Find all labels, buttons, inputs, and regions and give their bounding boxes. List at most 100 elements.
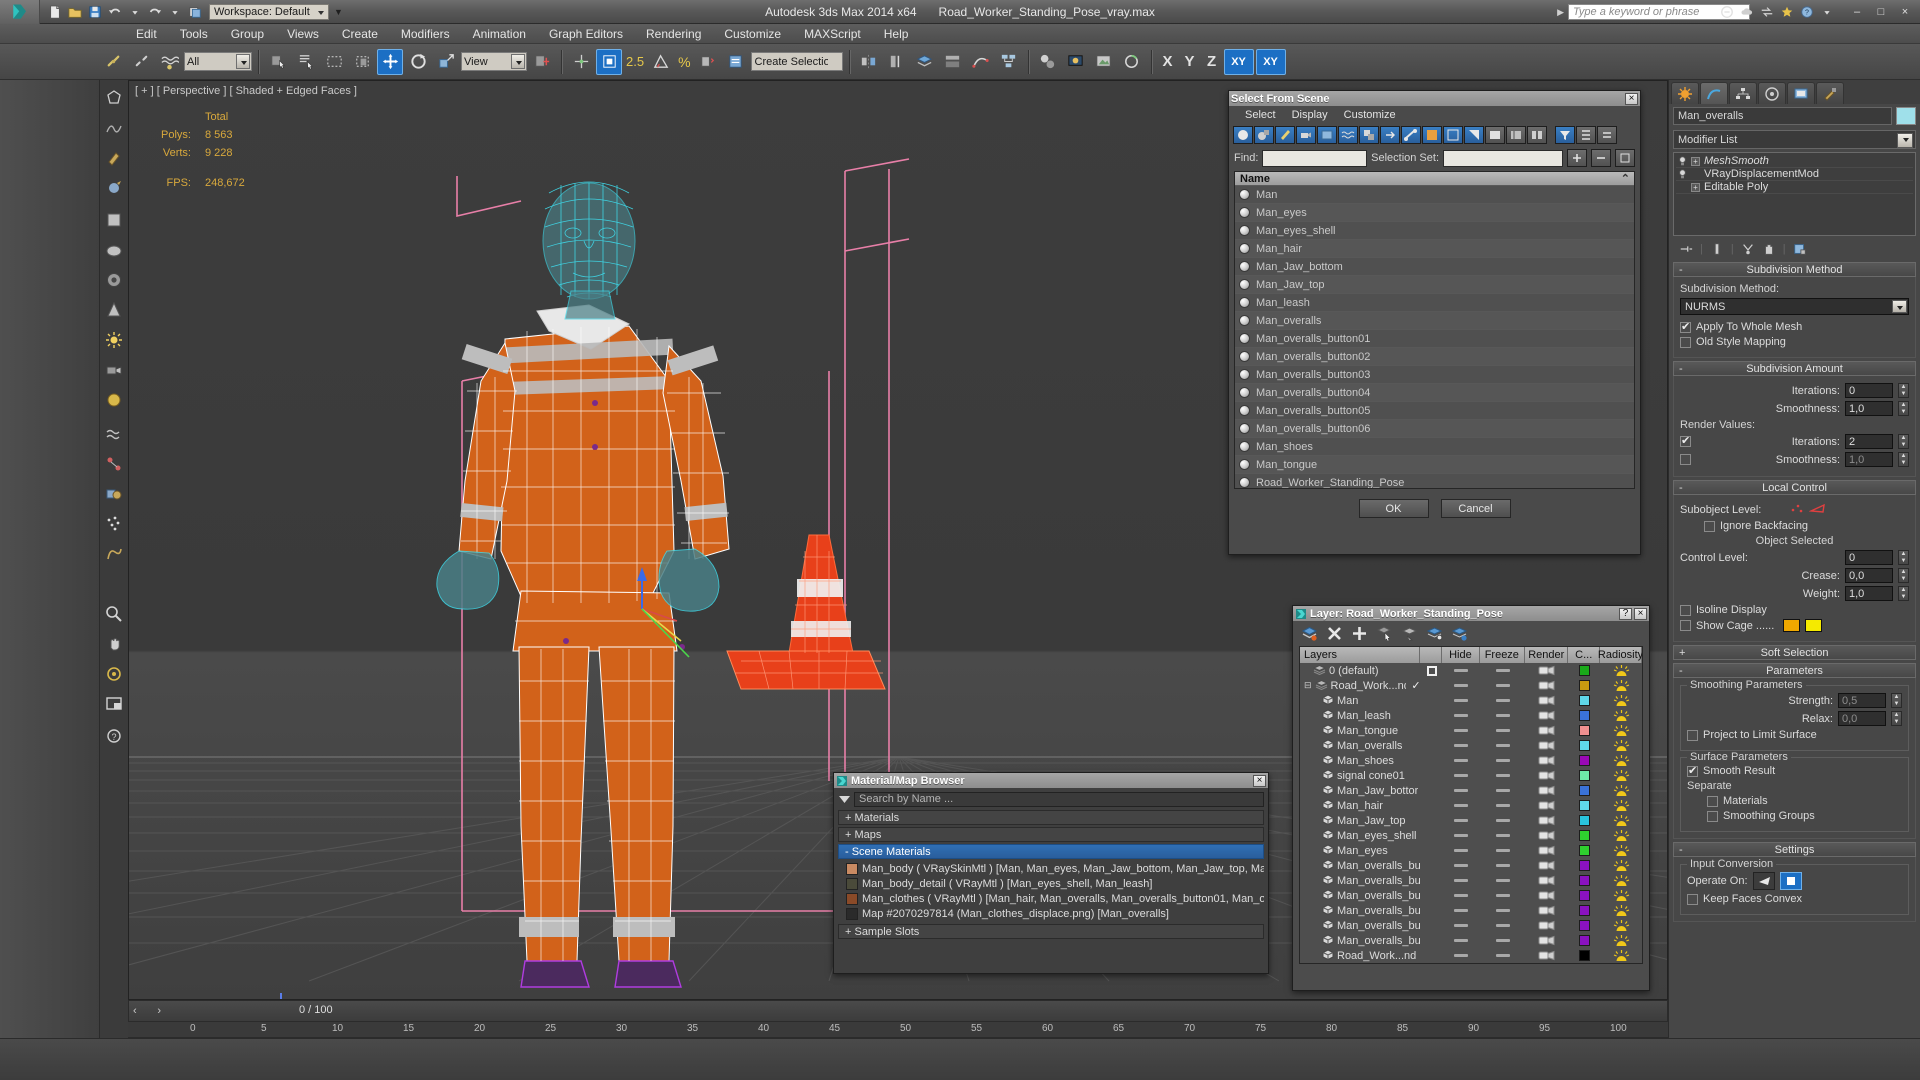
menu-item-animation[interactable]: Animation xyxy=(473,27,526,41)
info-center-icon[interactable] xyxy=(1718,4,1735,21)
layer-render-cell[interactable] xyxy=(1525,903,1568,918)
filter-all-icon[interactable] xyxy=(1422,126,1442,144)
layer-color-cell[interactable] xyxy=(1569,783,1601,798)
render-smoothness-spinner[interactable]: ▲▼ xyxy=(1898,452,1909,467)
layer-object-row[interactable]: Man_eyes xyxy=(1300,843,1642,858)
cage-color-swatch-1[interactable] xyxy=(1783,619,1800,632)
window-crossing-icon[interactable] xyxy=(349,49,375,75)
zoom-viewport-icon[interactable] xyxy=(100,600,128,628)
particle-systems-icon[interactable] xyxy=(100,510,128,538)
crease-spinner[interactable]: ▲▼ xyxy=(1898,568,1909,583)
operate-on-triangles-icon[interactable] xyxy=(1753,872,1775,890)
curve-editor-icon[interactable] xyxy=(968,49,994,75)
selection-filter-combo[interactable]: All xyxy=(184,52,252,71)
tab-create[interactable] xyxy=(1671,82,1699,104)
layer-hide-cell[interactable] xyxy=(1443,738,1481,753)
ok-button[interactable]: OK xyxy=(1359,499,1429,518)
scene-object-row[interactable]: Man_shoes xyxy=(1235,438,1634,456)
create-new-layer-icon[interactable] xyxy=(1301,625,1318,642)
layer-render-cell[interactable] xyxy=(1525,933,1568,948)
layer-radiosity-cell[interactable] xyxy=(1601,918,1642,933)
ribbon-toggle-icon[interactable] xyxy=(940,49,966,75)
layer-color-cell[interactable] xyxy=(1569,738,1601,753)
layer-render-cell[interactable] xyxy=(1525,678,1568,693)
layer-list[interactable]: Layers Hide Freeze Render C... Radiosity… xyxy=(1299,646,1643,964)
snaps-toggle-icon[interactable] xyxy=(596,49,622,75)
collapse-all-icon[interactable] xyxy=(1597,126,1617,144)
material-search-input[interactable]: Search by Name ... xyxy=(854,792,1264,807)
timeline-ruler[interactable]: 0510152025303540455055606570758085909510… xyxy=(128,1022,1668,1038)
select-object-icon[interactable] xyxy=(265,49,291,75)
layer-freeze-cell[interactable] xyxy=(1480,723,1525,738)
layer-object-row[interactable]: Man_Jaw_top xyxy=(1300,813,1642,828)
project-folder-icon[interactable] xyxy=(186,3,203,20)
layer-row-name-cell[interactable]: Man_eyes_shell xyxy=(1300,828,1421,843)
filter-none-icon[interactable] xyxy=(1443,126,1463,144)
layer-active-cell[interactable] xyxy=(1421,798,1443,813)
filter-lights-icon[interactable] xyxy=(1275,126,1295,144)
filter-groups-icon[interactable] xyxy=(1359,126,1379,144)
render-iterations-field[interactable]: 2 xyxy=(1845,434,1893,449)
compound-object-icon[interactable] xyxy=(100,480,128,508)
rendered-frame-window-icon[interactable] xyxy=(1091,49,1117,75)
control-level-field[interactable]: 0 xyxy=(1845,550,1893,565)
layer-render-cell[interactable] xyxy=(1525,813,1568,828)
layer-freeze-cell[interactable] xyxy=(1480,843,1525,858)
tab-modify[interactable] xyxy=(1700,82,1728,104)
layer-radiosity-cell[interactable] xyxy=(1601,738,1642,753)
layer-freeze-cell[interactable] xyxy=(1480,738,1525,753)
unlink-icon[interactable] xyxy=(128,49,154,75)
add-selected-objects-icon[interactable] xyxy=(1351,625,1368,642)
layer-object-row[interactable]: Man_shoes xyxy=(1300,753,1642,768)
edit-named-selection-sets-icon[interactable] xyxy=(723,49,749,75)
layer-freeze-cell[interactable] xyxy=(1480,933,1525,948)
pin-stack-icon[interactable] xyxy=(1679,242,1693,256)
control-level-spinner[interactable]: ▲▼ xyxy=(1898,550,1909,565)
bind-space-warp-icon[interactable] xyxy=(156,49,182,75)
layer-freeze-cell[interactable] xyxy=(1480,678,1525,693)
layer-active-cell[interactable] xyxy=(1421,888,1443,903)
layer-freeze-cell[interactable] xyxy=(1480,918,1525,933)
smooth-result-checkbox[interactable] xyxy=(1687,766,1698,777)
layer-color-cell[interactable] xyxy=(1569,888,1601,903)
layer-object-row[interactable]: Man_leash xyxy=(1300,708,1642,723)
material-editor-icon[interactable] xyxy=(1035,49,1061,75)
constrain-plane-cycle-button[interactable]: XY xyxy=(1256,49,1286,75)
layer-color-cell[interactable] xyxy=(1569,828,1601,843)
isoline-display-checkbox[interactable] xyxy=(1680,605,1691,616)
mirror-icon[interactable] xyxy=(856,49,882,75)
layer-object-row[interactable]: Man_overalls_bu xyxy=(1300,903,1642,918)
layer-hide-cell[interactable] xyxy=(1443,873,1481,888)
material-list-item[interactable]: Man_clothes ( VRayMtl ) [Man_hair, Man_o… xyxy=(838,891,1264,906)
layer-color-cell[interactable] xyxy=(1569,843,1601,858)
collapse-layer-icon[interactable]: ⊟ xyxy=(1304,680,1312,691)
layer-freeze-cell[interactable] xyxy=(1480,753,1525,768)
material-list-item[interactable]: Man_body ( VRaySkinMtl ) [Man, Man_eyes,… xyxy=(838,861,1264,876)
layer-render-cell[interactable] xyxy=(1525,948,1568,963)
standard-primitives-icon[interactable] xyxy=(100,206,128,234)
material-browser-titlebar[interactable]: Material/Map Browser × xyxy=(834,773,1268,788)
layer-row-name-cell[interactable]: Man xyxy=(1300,693,1421,708)
freeform-icon[interactable] xyxy=(100,114,128,142)
keep-faces-convex-checkbox[interactable] xyxy=(1687,894,1698,905)
layer-hide-cell[interactable] xyxy=(1442,663,1480,678)
lightbulb-icon[interactable] xyxy=(1678,156,1687,167)
layer-active-cell[interactable] xyxy=(1421,723,1443,738)
layer-render-cell[interactable] xyxy=(1525,723,1568,738)
layer-color-cell[interactable] xyxy=(1569,873,1601,888)
layer-active-cell[interactable] xyxy=(1421,828,1443,843)
layer-color-cell[interactable] xyxy=(1569,798,1601,813)
layer-row-name-cell[interactable]: Man_hair xyxy=(1300,798,1421,813)
scene-object-row[interactable]: Man_overalls_button01 xyxy=(1235,330,1634,348)
scene-object-list[interactable]: Name ⌃ ManMan_eyesMan_eyes_shellMan_hair… xyxy=(1234,171,1635,489)
open-file-icon[interactable] xyxy=(66,3,83,20)
expand-icon[interactable]: + xyxy=(1691,183,1700,192)
layer-active-cell[interactable] xyxy=(1421,768,1443,783)
group-sample-slots[interactable]: + Sample Slots xyxy=(838,924,1264,939)
layer-render-cell[interactable] xyxy=(1525,798,1568,813)
scene-object-row[interactable]: Man_overalls_button02 xyxy=(1235,348,1634,366)
layer-object-row[interactable]: Man_overalls_bu xyxy=(1300,888,1642,903)
menu-item-rendering[interactable]: Rendering xyxy=(646,27,701,41)
layer-radiosity-cell[interactable] xyxy=(1601,663,1643,678)
layer-render-cell[interactable] xyxy=(1525,783,1568,798)
